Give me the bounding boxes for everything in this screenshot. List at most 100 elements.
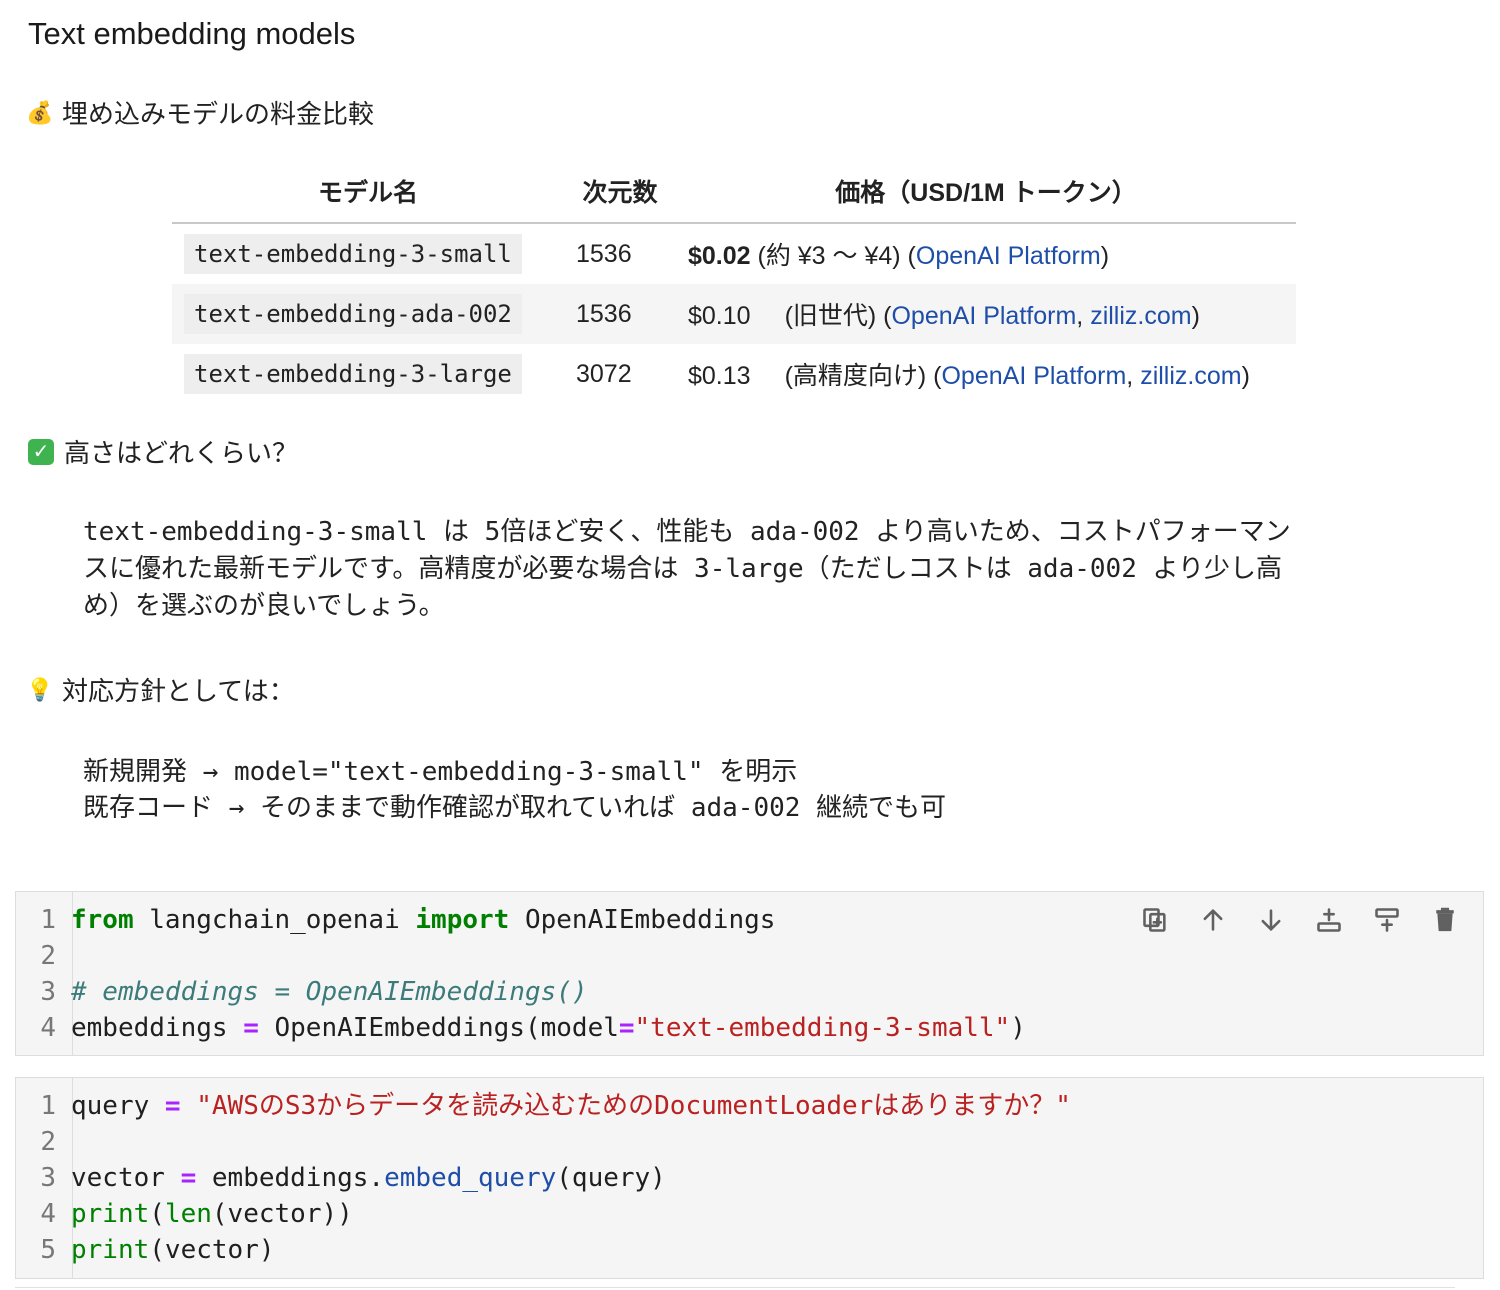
operator: = (164, 1091, 181, 1121)
dims-cell: 1536 (564, 284, 676, 344)
link-openai-platform[interactable]: OpenAI Platform (891, 302, 1076, 330)
move-up-icon[interactable] (1195, 902, 1231, 938)
insert-below-icon[interactable] (1369, 902, 1405, 938)
args: (vector)) (211, 1199, 353, 1229)
model-cell: text-embedding-ada-002 (172, 284, 564, 344)
price-value: $0.02 (688, 242, 751, 270)
paren: ) (1010, 1013, 1026, 1043)
paren-close: ) (1241, 362, 1250, 390)
module-name: langchain_openai (133, 905, 416, 935)
model-name: text-embedding-3-large (184, 353, 522, 394)
price-note: (約 ¥3 〜 ¥4) ( (750, 242, 916, 270)
string-literal: "AWSのS3からデータを読み込むためのDocumentLoaderはありますか… (180, 1091, 1071, 1121)
explanation-block: text-embedding-3-small は 5倍ほど安く、性能も ada-… (83, 514, 1291, 625)
pricing-intro: 💰 埋め込みモデルの料金比較 (26, 94, 375, 131)
builtin-print: print (71, 1199, 150, 1229)
insert-above-icon[interactable] (1311, 902, 1347, 938)
variable: embeddings (71, 1013, 244, 1043)
height-question: ✓ 高さはどれくらい？ (28, 433, 298, 470)
link-zilliz[interactable]: zilliz.com (1090, 302, 1191, 330)
move-down-icon[interactable] (1253, 902, 1289, 938)
check-mark-icon: ✓ (28, 438, 54, 465)
table-row: text-embedding-ada-002 1536 $0.10 (旧世代) (… (172, 284, 1296, 344)
line-number-gutter: 1 2 3 4 (16, 892, 73, 1055)
dims-cell: 3072 (576, 359, 632, 388)
policy-block: 新規開発 → model="text-embedding-3-small" を明… (83, 754, 946, 826)
explanation-line: text-embedding-3-small は 5倍ほど安く、性能も ada-… (83, 517, 1291, 547)
code-cell-1[interactable]: 1 2 3 4 from langchain_openai import Ope… (15, 891, 1484, 1056)
line-number: 2 (40, 941, 56, 971)
paren: ( (149, 1199, 165, 1229)
link-zilliz[interactable]: zilliz.com (1140, 362, 1241, 390)
line-number: 3 (40, 1163, 56, 1193)
model-cell: text-embedding-3-small (172, 223, 564, 284)
builtin-len: len (164, 1199, 212, 1229)
pricing-table: モデル名 次元数 価格（USD/1M トークン） text-embedding-… (172, 160, 1296, 404)
price-cell: $0.13 (高精度向け) (OpenAI Platform, zilliz.co… (676, 344, 1296, 404)
delete-icon[interactable] (1427, 902, 1463, 938)
policy-line: 既存コード → そのままで動作確認が取れていれば ada-002 継続でも可 (83, 793, 947, 823)
header-dimensions: 次元数 (564, 160, 676, 224)
price-value: $0.13 (688, 362, 751, 390)
call: OpenAIEmbeddings(model (258, 1013, 619, 1043)
object: embeddings. (196, 1163, 385, 1193)
policy-intro-text: 対応方針としては： (62, 676, 295, 706)
line-number: 4 (40, 1199, 56, 1229)
explanation-line: め）を選ぶのが良いでしょう。 (83, 591, 445, 621)
table-row: text-embedding-3-small 1536 $0.02 (約 ¥3 … (172, 223, 1296, 284)
variable: query (71, 1091, 165, 1121)
model-name: text-embedding-3-small (184, 233, 522, 274)
code-line[interactable]: embeddings = OpenAIEmbeddings(model="tex… (71, 1010, 1026, 1046)
money-bag-icon: 💰 (26, 99, 54, 125)
table-row: text-embedding-3-large 3072 $0.13 (高精度向け)… (172, 344, 1296, 404)
builtin-print: print (71, 1235, 150, 1265)
code-cell-2[interactable]: 1 2 3 4 5 query = "AWSのS3からデータを読み込むためのDo… (15, 1077, 1484, 1279)
line-number: 2 (40, 1127, 56, 1157)
code-line[interactable]: query = "AWSのS3からデータを読み込むためのDocumentLoad… (71, 1088, 1071, 1124)
price-note: (高精度向け) ( (784, 362, 942, 390)
code-line[interactable]: from langchain_openai import OpenAIEmbed… (71, 902, 775, 938)
price-value: $0.10 (688, 302, 751, 330)
dims-cell: 1536 (576, 239, 632, 268)
operator: = (180, 1163, 197, 1193)
model-name: text-embedding-ada-002 (184, 293, 522, 334)
keyword-import: import (415, 905, 510, 935)
divider (15, 1287, 1455, 1288)
variable: vector (71, 1163, 181, 1193)
paren-close: ) (1191, 302, 1200, 330)
header-model-name: モデル名 (172, 160, 564, 224)
line-number: 5 (40, 1235, 56, 1265)
cell-toolbar (1137, 902, 1463, 938)
operator: = (618, 1013, 635, 1043)
header-price: 価格（USD/1M トークン） (676, 160, 1296, 224)
comment: # embeddings = OpenAIEmbeddings() (71, 977, 588, 1007)
code-line[interactable]: print(len(vector)) (71, 1196, 353, 1232)
link-separator: , (1126, 362, 1141, 390)
line-number: 1 (40, 1091, 56, 1121)
pricing-intro-text: 埋め込みモデルの料金比較 (62, 99, 375, 129)
args: (query) (556, 1163, 666, 1193)
link-openai-platform[interactable]: OpenAI Platform (916, 242, 1101, 270)
duplicate-icon[interactable] (1137, 902, 1173, 938)
model-cell: text-embedding-3-large (172, 344, 564, 404)
table-header-row: モデル名 次元数 価格（USD/1M トークン） (172, 160, 1296, 224)
light-bulb-icon: 💡 (26, 676, 54, 702)
class-name: OpenAIEmbeddings (509, 905, 776, 935)
string-literal: "text-embedding-3-small" (634, 1013, 1011, 1043)
link-openai-platform[interactable]: OpenAI Platform (941, 362, 1126, 390)
paren-close: ) (1100, 242, 1110, 270)
code-line[interactable]: vector = embeddings.embed_query(query) (71, 1160, 666, 1196)
policy-intro: 💡 対応方針としては： (26, 671, 295, 708)
line-number: 3 (40, 977, 56, 1007)
code-line[interactable]: # embeddings = OpenAIEmbeddings() (71, 974, 588, 1010)
line-number: 1 (40, 905, 56, 935)
link-separator: , (1076, 302, 1091, 330)
price-cell: $0.10 (旧世代) (OpenAI Platform, zilliz.com) (676, 284, 1296, 344)
method: embed_query (384, 1163, 557, 1193)
line-number-gutter: 1 2 3 4 5 (16, 1078, 73, 1278)
args: (vector) (149, 1235, 275, 1265)
code-line[interactable]: print(vector) (71, 1232, 275, 1268)
operator: = (243, 1013, 259, 1043)
price-note: (旧世代) ( (784, 302, 892, 330)
line-number: 4 (40, 1013, 56, 1043)
